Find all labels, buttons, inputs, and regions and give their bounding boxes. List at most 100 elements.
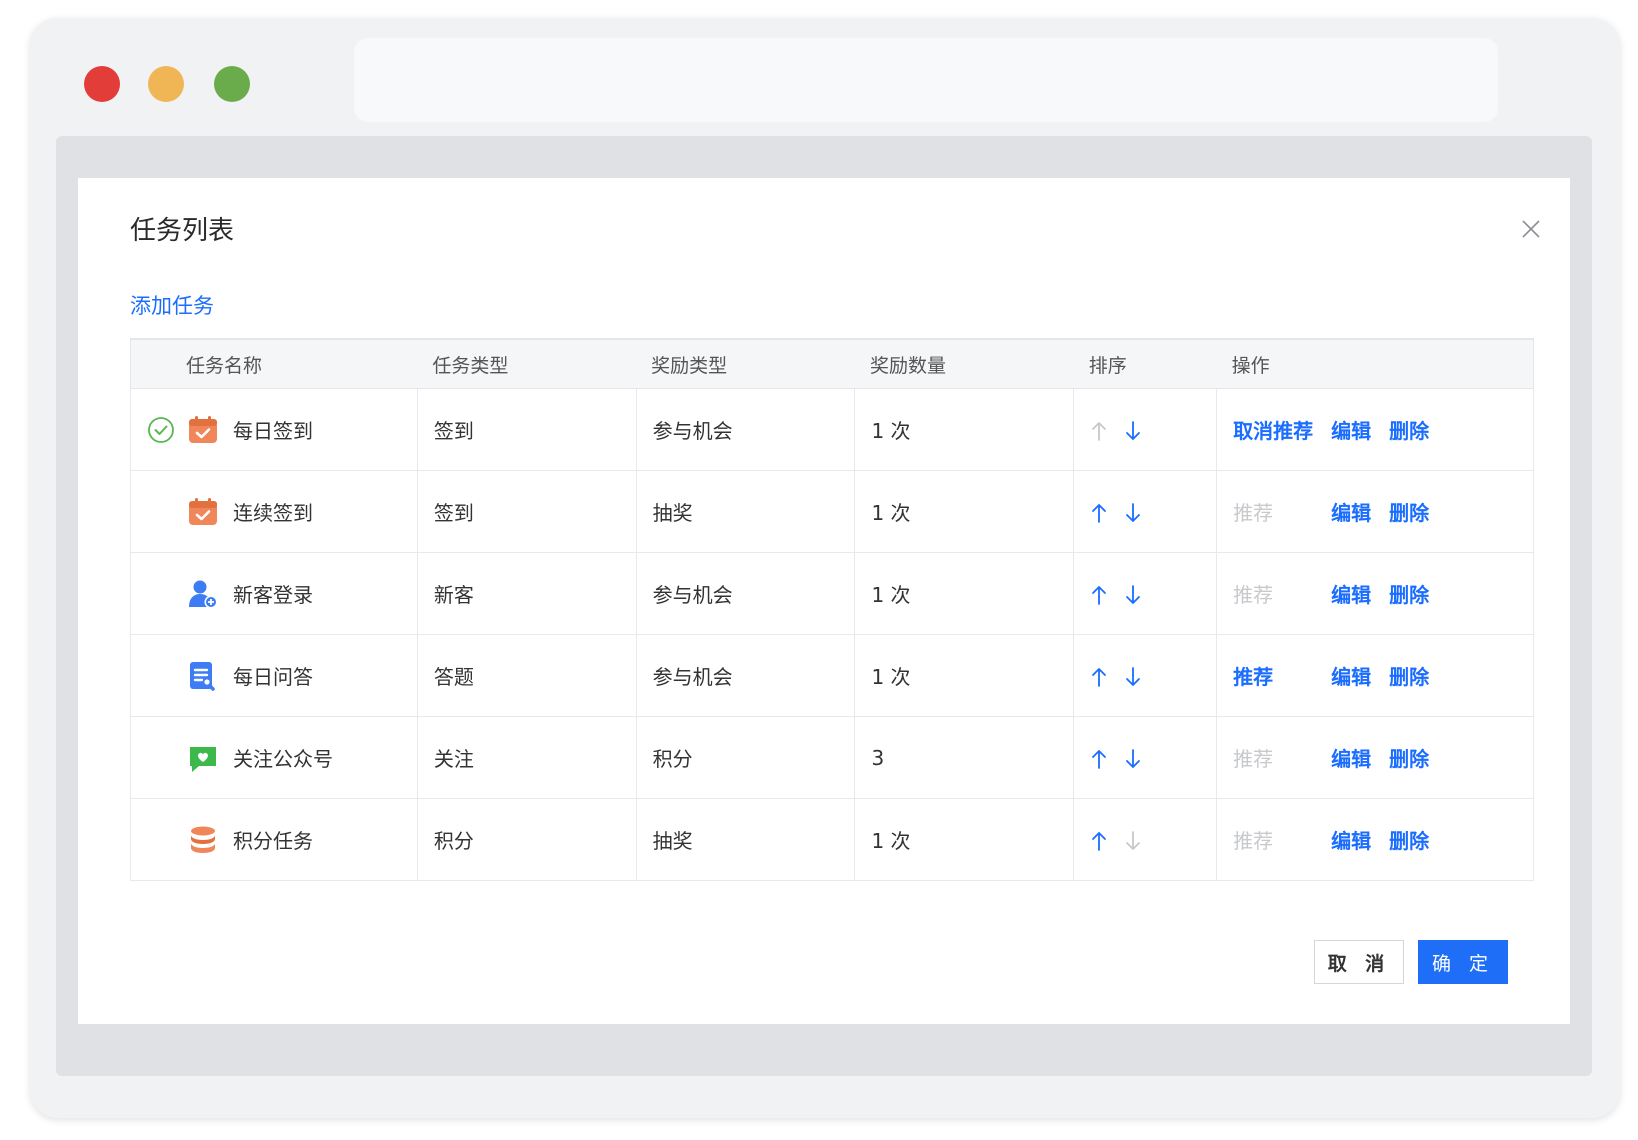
table-row: 新客登录 新客 参与机会 1 次 推荐 编辑 删除 [130, 552, 1534, 635]
table-row: 关注公众号 关注 积分 3 推荐 编辑 删除 [130, 716, 1534, 799]
check-placeholder [147, 744, 175, 772]
header-reward-amount: 奖励数量 [854, 338, 1074, 389]
header-task-name: 任务名称 [130, 338, 418, 389]
sort-cell [1073, 716, 1218, 799]
chat-heart-icon [187, 742, 219, 774]
arrow-down-icon[interactable] [1124, 584, 1142, 606]
browser-window: 任务列表 添加任务 任务名称 任务类型 奖励类型 奖励数量 排序 操作 每日签到… [30, 18, 1620, 1118]
header-reward-type: 奖励类型 [636, 338, 855, 389]
reward-type: 抽奖 [635, 470, 856, 553]
delete-link[interactable]: 删除 [1389, 497, 1429, 526]
header-task-type: 任务类型 [417, 338, 637, 389]
close-icon[interactable] [1520, 218, 1542, 240]
task-name: 积分任务 [233, 829, 313, 853]
sort-cell [1073, 552, 1218, 635]
arrow-up-icon[interactable] [1090, 502, 1108, 524]
edit-link[interactable]: 编辑 [1331, 497, 1371, 526]
maximize-window-dot[interactable] [214, 66, 250, 102]
arrow-down-icon[interactable] [1124, 420, 1142, 442]
sort-cell [1073, 634, 1218, 717]
task-name: 连续签到 [233, 501, 313, 525]
recommend-link: 推荐 [1233, 747, 1274, 771]
coin-stack-icon [187, 824, 219, 856]
edit-link[interactable]: 编辑 [1331, 661, 1371, 690]
reward-amount: 1 次 [854, 388, 1075, 471]
delete-link[interactable]: 删除 [1389, 743, 1429, 772]
recommend-link[interactable]: 推荐 [1233, 661, 1331, 690]
table-header-row: 任务名称 任务类型 奖励类型 奖励数量 排序 操作 [130, 338, 1534, 389]
task-name-cell: 新客登录 [130, 552, 418, 635]
arrow-down-icon [1126, 830, 1141, 850]
reward-amount: 1 次 [854, 470, 1075, 553]
reward-amount: 1 次 [854, 552, 1075, 635]
task-table: 任务名称 任务类型 奖励类型 奖励数量 排序 操作 每日签到 签到 参与机会 1 次取… [130, 338, 1534, 881]
arrow-down-icon[interactable] [1124, 748, 1142, 770]
reward-amount: 3 [854, 716, 1075, 799]
delete-link[interactable]: 删除 [1389, 661, 1429, 690]
delete-link[interactable]: 删除 [1389, 415, 1429, 444]
sort-cell [1073, 798, 1218, 881]
table-row: 每日签到 签到 参与机会 1 次 取消推荐 编辑 删除 [130, 388, 1534, 471]
confirm-button[interactable]: 确 定 [1418, 940, 1508, 984]
task-type: 答题 [416, 634, 637, 717]
arrow-down-icon[interactable] [1124, 502, 1142, 524]
header-actions: 操作 [1216, 338, 1534, 389]
quiz-doc-icon [187, 660, 219, 692]
arrow-up-icon[interactable] [1090, 666, 1108, 688]
delete-link[interactable]: 删除 [1389, 579, 1429, 608]
selected-check-icon [147, 416, 175, 444]
edit-link[interactable]: 编辑 [1331, 743, 1371, 772]
check-placeholder [147, 662, 175, 690]
task-name-cell: 关注公众号 [130, 716, 418, 799]
arrow-down-icon[interactable] [1124, 666, 1142, 688]
minimize-window-dot[interactable] [148, 66, 184, 102]
edit-link[interactable]: 编辑 [1331, 825, 1371, 854]
edit-link[interactable]: 编辑 [1331, 415, 1371, 444]
task-name-cell: 连续签到 [130, 470, 418, 553]
task-type: 关注 [416, 716, 637, 799]
reward-type: 参与机会 [635, 552, 856, 635]
close-window-dot[interactable] [84, 66, 120, 102]
reward-amount: 1 次 [854, 634, 1075, 717]
cancel-button[interactable]: 取 消 [1314, 940, 1404, 984]
task-name-cell: 积分任务 [130, 798, 418, 881]
table-row: 积分任务 积分 抽奖 1 次 推荐 编辑 删除 [130, 798, 1534, 881]
recommend-link[interactable]: 取消推荐 [1233, 415, 1331, 444]
check-placeholder [147, 826, 175, 854]
actions-cell: 推荐 编辑 删除 [1216, 798, 1534, 881]
actions-cell: 推荐 编辑 删除 [1216, 552, 1534, 635]
address-bar[interactable] [354, 38, 1498, 122]
task-list-dialog: 任务列表 添加任务 任务名称 任务类型 奖励类型 奖励数量 排序 操作 每日签到… [78, 178, 1570, 1024]
task-name: 新客登录 [233, 583, 313, 607]
sort-cell [1073, 388, 1218, 471]
reward-type: 抽奖 [635, 798, 856, 881]
arrow-up-icon[interactable] [1090, 830, 1108, 852]
edit-link[interactable]: 编辑 [1331, 579, 1371, 608]
calendar-check-icon [187, 496, 219, 528]
table-row: 连续签到 签到 抽奖 1 次 推荐 编辑 删除 [130, 470, 1534, 553]
header-sort: 排序 [1073, 338, 1217, 389]
arrow-up-icon[interactable] [1090, 584, 1108, 606]
task-name: 每日签到 [233, 419, 313, 443]
sort-cell [1073, 470, 1218, 553]
arrow-up-icon[interactable] [1090, 748, 1108, 770]
reward-type: 参与机会 [635, 388, 856, 471]
arrow-up-icon [1092, 421, 1107, 441]
reward-amount: 1 次 [854, 798, 1075, 881]
dialog-title: 任务列表 [130, 216, 235, 246]
task-name: 每日问答 [233, 665, 313, 689]
check-placeholder [147, 580, 175, 608]
recommend-link: 推荐 [1233, 583, 1274, 607]
check-placeholder [147, 498, 175, 526]
reward-type: 参与机会 [635, 634, 856, 717]
add-task-link[interactable]: 添加任务 [130, 290, 214, 320]
actions-cell: 推荐 编辑 删除 [1216, 716, 1534, 799]
task-type: 签到 [416, 388, 637, 471]
content-area: 任务列表 添加任务 任务名称 任务类型 奖励类型 奖励数量 排序 操作 每日签到… [56, 136, 1592, 1076]
calendar-check-icon [187, 414, 219, 446]
task-type: 积分 [416, 798, 637, 881]
actions-cell: 推荐 编辑 删除 [1216, 634, 1534, 717]
recommend-link: 推荐 [1233, 829, 1274, 853]
delete-link[interactable]: 删除 [1389, 825, 1429, 854]
task-name: 关注公众号 [233, 747, 333, 771]
